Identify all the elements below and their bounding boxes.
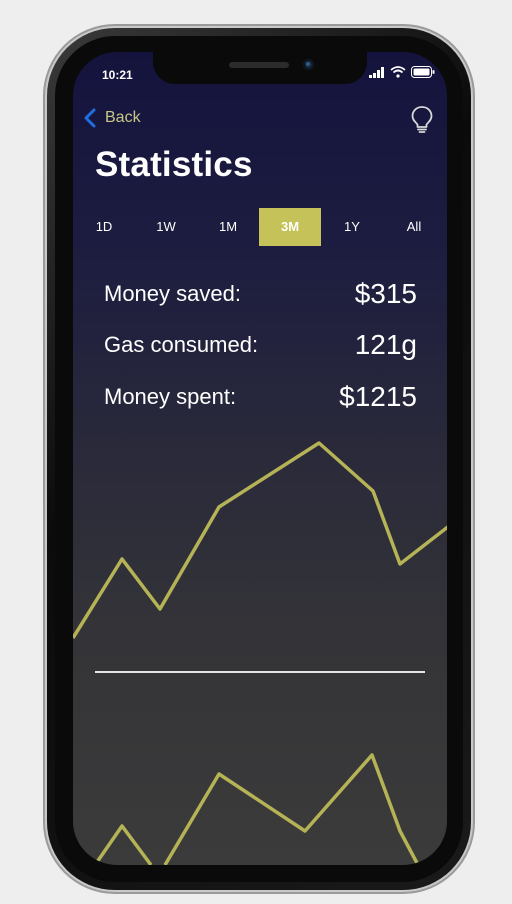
period-all[interactable]: All xyxy=(383,208,445,246)
notch xyxy=(153,52,367,84)
status-icons xyxy=(369,66,435,78)
period-1m[interactable]: 1M xyxy=(197,208,259,246)
lightbulb-icon[interactable] xyxy=(409,104,435,134)
stat-label: Money spent: xyxy=(104,384,237,409)
period-selector: 1D 1W 1M 3M 1Y All xyxy=(73,208,447,246)
chart-line-lower xyxy=(93,824,153,865)
back-label: Back xyxy=(105,109,141,126)
stat-value: 121g xyxy=(354,329,417,360)
stat-money-spent: Money spent: $1215 xyxy=(104,381,417,413)
period-1w[interactable]: 1W xyxy=(135,208,197,246)
stat-label: Gas consumed: xyxy=(104,332,259,357)
speaker xyxy=(229,62,289,68)
back-button[interactable]: Back xyxy=(83,108,141,128)
stat-money-saved: Money saved: $315 xyxy=(104,278,417,310)
chart-line-lower xyxy=(163,753,420,865)
chart-line-upper xyxy=(73,441,447,639)
battery-icon xyxy=(411,66,435,78)
period-1d[interactable]: 1D xyxy=(73,208,135,246)
signal-icon xyxy=(369,66,384,78)
stat-label: Money saved: xyxy=(104,281,241,306)
front-camera xyxy=(303,59,314,70)
stat-gas-consumed: Gas consumed: 121g xyxy=(104,329,417,361)
stat-value: $315 xyxy=(354,278,417,309)
app-screen: 10:21 Back Statistics 1D 1W 1M 3M 1Y All… xyxy=(73,52,447,865)
period-1y[interactable]: 1Y xyxy=(321,208,383,246)
wifi-icon xyxy=(390,66,406,78)
stat-value: $1215 xyxy=(339,381,417,412)
period-3m[interactable]: 3M xyxy=(259,208,321,246)
chevron-left-icon xyxy=(84,108,96,128)
status-time: 10:21 xyxy=(102,68,133,82)
page-title: Statistics xyxy=(95,145,253,184)
